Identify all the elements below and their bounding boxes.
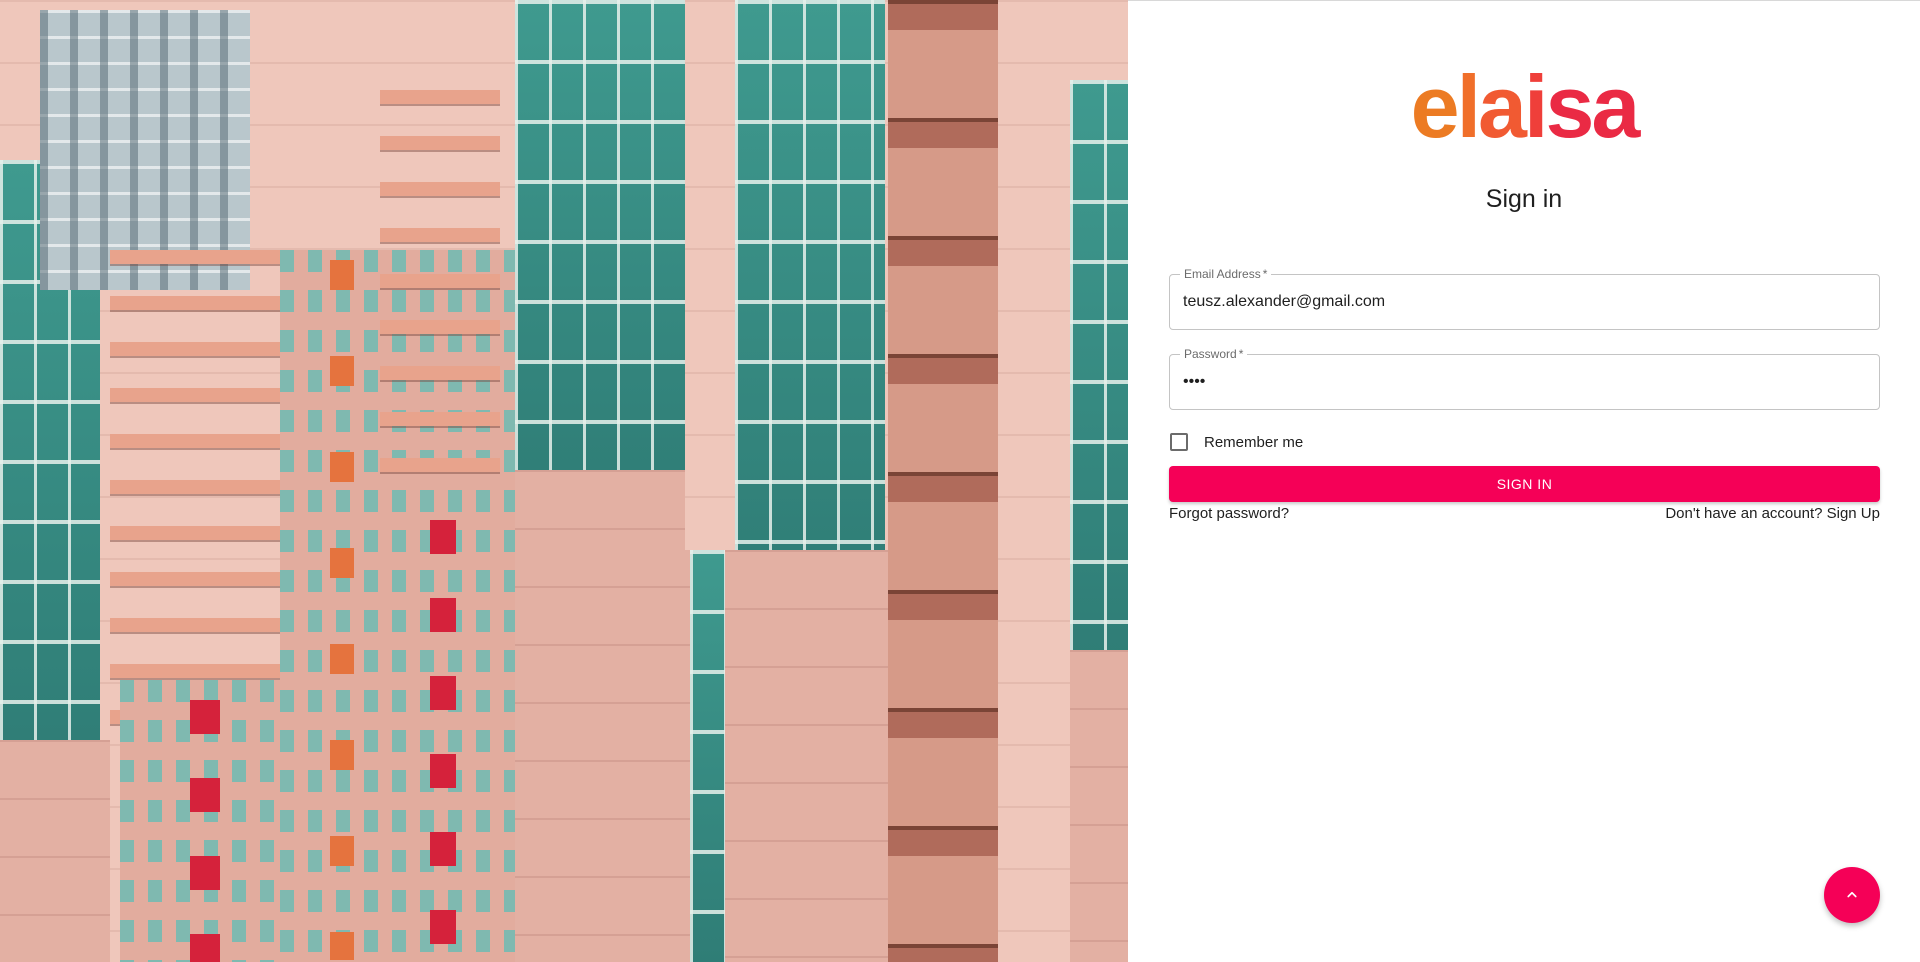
email-field[interactable]: Email Address *: [1169, 266, 1880, 330]
chevron-up-icon: [1843, 886, 1861, 904]
scroll-to-top-button[interactable]: [1824, 867, 1880, 923]
email-input[interactable]: [1183, 275, 1863, 329]
remember-me-checkbox[interactable]: [1170, 433, 1188, 451]
remember-me-row[interactable]: Remember me: [1169, 431, 1303, 453]
sign-in-button[interactable]: SIGN IN: [1169, 466, 1880, 502]
logo-letter: a: [1478, 57, 1527, 156]
logo-letter: l: [1456, 57, 1482, 156]
sign-in-panel: elaisa Sign in Email Address* Password* …: [1128, 0, 1920, 962]
logo-letter: i: [1524, 57, 1549, 156]
forgot-password-link[interactable]: Forgot password?: [1169, 505, 1289, 522]
password-field[interactable]: Password *: [1169, 346, 1880, 410]
remember-me-label[interactable]: Remember me: [1204, 434, 1303, 451]
logo-letter: s: [1545, 57, 1594, 156]
page-title: Sign in: [1485, 185, 1563, 213]
logo-letter: e: [1410, 57, 1460, 156]
logo-letter: a: [1591, 57, 1640, 156]
building-facade-image: [0, 0, 1128, 962]
password-input[interactable]: [1183, 355, 1863, 409]
sign-in-page: elaisa Sign in Email Address* Password* …: [0, 0, 1920, 962]
elaisa-logo: elaisa: [1128, 63, 1920, 151]
sign-up-link[interactable]: Don't have an account? Sign Up: [1665, 505, 1880, 522]
